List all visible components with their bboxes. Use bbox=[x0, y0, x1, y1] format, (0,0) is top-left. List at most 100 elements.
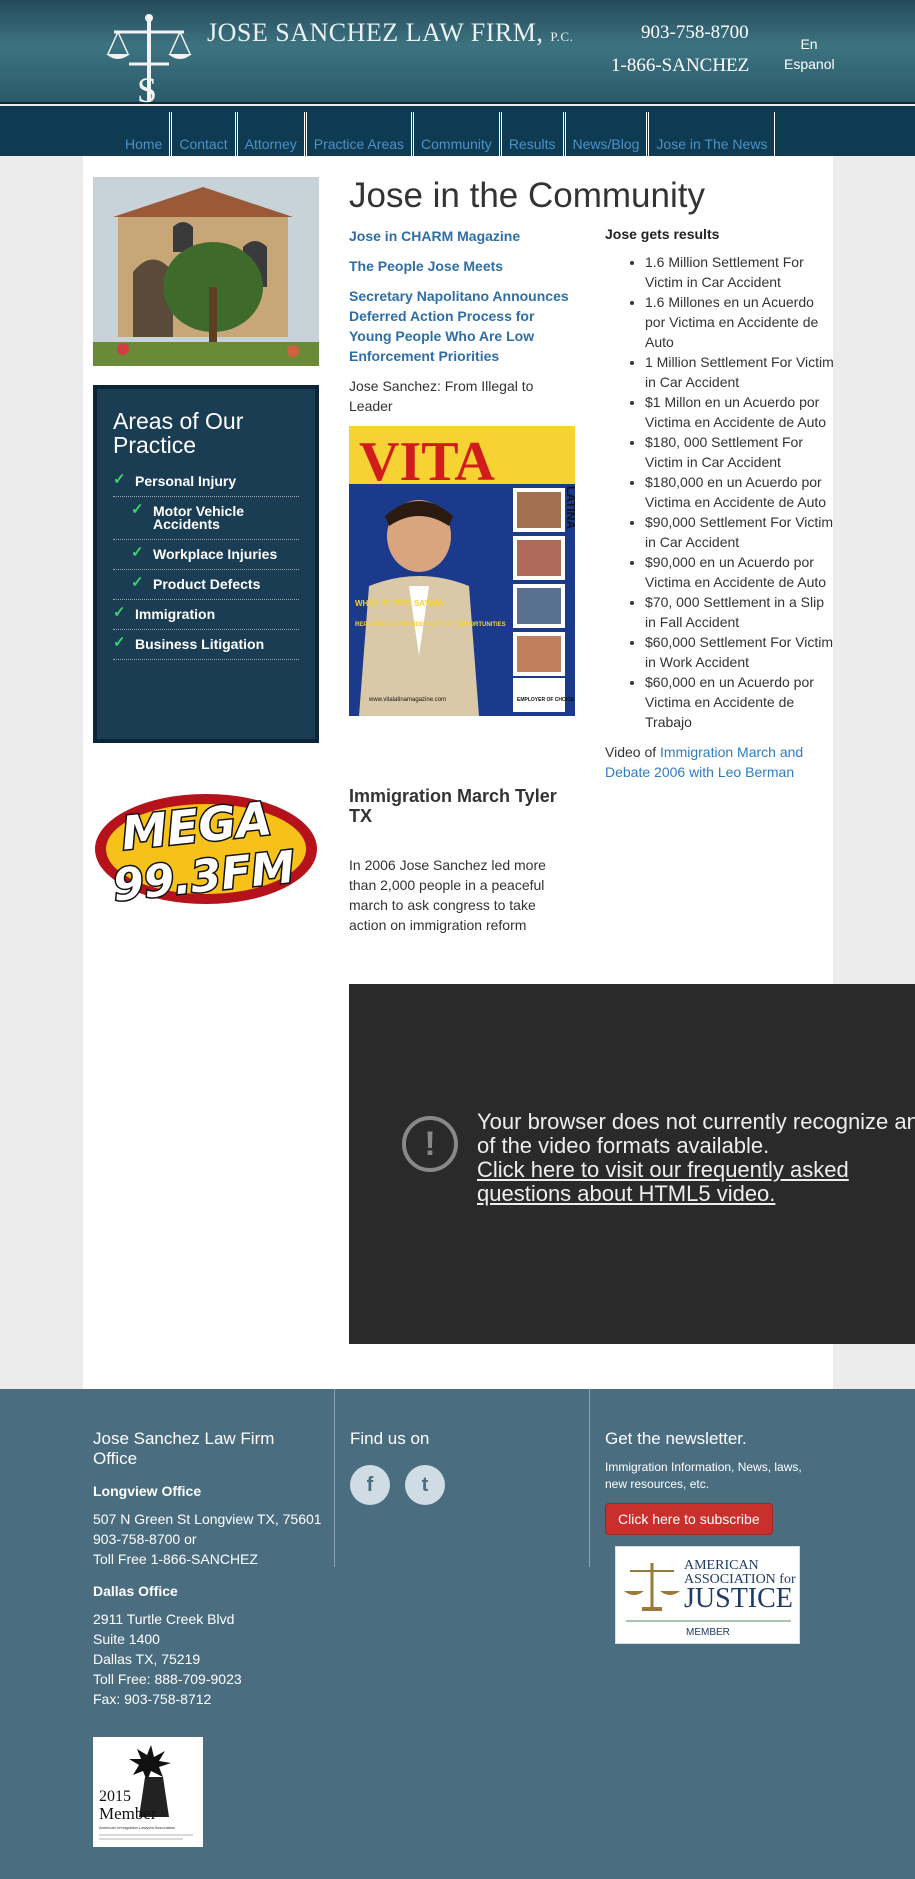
magazine-footer: www.vitalatinamagazine.com bbox=[368, 697, 446, 703]
results-heading: Jose gets results bbox=[605, 226, 720, 242]
firm-name[interactable]: JOSE SANCHEZ LAW FIRM, P.C. bbox=[207, 18, 573, 48]
page-title: Jose in the Community bbox=[349, 176, 705, 215]
longview-toll-free[interactable]: Toll Free 1-866-SANCHEZ bbox=[93, 1549, 323, 1569]
nav-attorney[interactable]: Attorney bbox=[236, 112, 305, 162]
video-player[interactable]: ! Your browser does not currently recogn… bbox=[349, 984, 915, 1344]
dallas-office-title: Dallas Office bbox=[93, 1583, 178, 1599]
mega-993-fm-logo[interactable]: MEGA 99.3FM bbox=[93, 783, 319, 907]
areas-of-practice-panel: Areas of Our Practice ✓ Personal Injury ✓… bbox=[93, 385, 319, 743]
result-item: $90,000 en un Acuerdo por Victima en Acc… bbox=[645, 552, 835, 592]
longview-office-title: Longview Office bbox=[93, 1483, 202, 1499]
facebook-icon[interactable]: f bbox=[350, 1465, 390, 1505]
office-title: Jose Sanchez Law Firm Office bbox=[93, 1429, 275, 1468]
video-caption: Video of Immigration March and Debate 20… bbox=[605, 742, 835, 782]
video-faq-link-line2: questions about HTML5 video. bbox=[477, 1181, 776, 1206]
find-us-title: Find us on bbox=[350, 1429, 430, 1448]
result-item: $60,000 en un Acuerdo por Victima en Acc… bbox=[645, 672, 835, 732]
dallas-fax: Fax: 903-758-8712 bbox=[93, 1691, 212, 1707]
result-item: $70, 000 Settlement in a Slip in Fall Ac… bbox=[645, 592, 835, 632]
area-personal-injury[interactable]: ✓ Personal Injury bbox=[113, 467, 299, 497]
badge-org: American Immigration Lawyers Association bbox=[99, 1825, 175, 1830]
area-immigration[interactable]: ✓ Immigration bbox=[113, 600, 299, 630]
nav-news-blog[interactable]: News/Blog bbox=[564, 112, 648, 162]
dallas-toll-free[interactable]: Toll Free: 888-709-9023 bbox=[93, 1669, 323, 1689]
longview-address: 507 N Green St Longview TX, 75601 bbox=[93, 1511, 322, 1527]
illegal-to-leader-text: Jose Sanchez: From Illegal to Leader bbox=[349, 378, 534, 414]
area-workplace-injuries[interactable]: ✓ Workplace Injuries bbox=[113, 540, 299, 570]
area-label: Personal Injury bbox=[135, 473, 237, 489]
result-item: $180, 000 Settlement For Victim in Car A… bbox=[645, 432, 835, 472]
badge-member: Member bbox=[99, 1804, 157, 1823]
magazine-title: VITA bbox=[359, 431, 495, 493]
aila-2015-member-badge[interactable]: 2015 Member American Immigration Lawyers… bbox=[93, 1737, 203, 1847]
video-faq-link-line1: Click here to visit our frequently asked bbox=[477, 1157, 849, 1182]
video-faq-link[interactable]: Click here to visit our frequently asked… bbox=[477, 1157, 849, 1206]
areas-title: Areas of Our Practice bbox=[113, 408, 244, 458]
area-product-defects[interactable]: ✓ Product Defects bbox=[113, 570, 299, 600]
magazine-badge: EMPLOYER OF CHOICE bbox=[517, 697, 575, 703]
check-icon: ✓ bbox=[131, 501, 144, 518]
phone-secondary[interactable]: 1-866-SANCHEZ bbox=[611, 55, 749, 77]
nav-community[interactable]: Community bbox=[413, 112, 500, 162]
nav-results[interactable]: Results bbox=[500, 112, 564, 162]
area-motor-vehicle-accidents[interactable]: ✓ Motor Vehicle Accidents bbox=[113, 497, 299, 540]
footer-divider bbox=[334, 1389, 335, 1567]
immigration-march-description: In 2006 Jose Sanchez led more than 2,000… bbox=[349, 857, 546, 933]
vita-latina-magazine-cover[interactable]: VITA LATINA WHAT IS JOSÉ SAYING REP AMER… bbox=[349, 426, 575, 716]
check-icon: ✓ bbox=[113, 634, 126, 651]
twitter-icon[interactable]: t bbox=[405, 1465, 445, 1505]
nav-jose-in-the-news[interactable]: Jose in The News bbox=[648, 112, 776, 162]
dallas-suite: Suite 1400 bbox=[93, 1631, 160, 1647]
magazine-headline-2: REP AMERCO PROVIDES CAREER OPPORTUNITIES bbox=[355, 622, 506, 628]
magazine-headline-1: WHAT IS JOSÉ SAYING bbox=[355, 599, 444, 608]
immigration-march-heading: Immigration March Tyler TX bbox=[349, 786, 557, 826]
magazine-subtitle: LATINA bbox=[564, 486, 575, 529]
result-item: 1 Million Settlement For Victim in Car A… bbox=[645, 352, 835, 392]
link-people-jose-meets[interactable]: The People Jose Meets bbox=[349, 256, 577, 276]
result-item: 1.6 Million Settlement For Victim in Car… bbox=[645, 252, 835, 292]
american-association-for-justice-badge[interactable]: AMERICAN ASSOCIATION for JUSTICE MEMBER bbox=[615, 1546, 800, 1644]
firm-name-text: JOSE SANCHEZ LAW FIRM bbox=[207, 18, 537, 47]
alert-icon: ! bbox=[402, 1116, 458, 1172]
link-napolitano-deferred-action[interactable]: Secretary Napolitano Announces Deferred … bbox=[349, 286, 577, 366]
svg-text:S: S bbox=[137, 70, 157, 106]
longview-phone[interactable]: 903-758-8700 or bbox=[93, 1529, 323, 1549]
aaj-line3: JUSTICE bbox=[684, 1583, 793, 1614]
results-column: Jose gets results 1.6 Million Settlement… bbox=[605, 226, 835, 782]
dallas-street: 2911 Turtle Creek Blvd bbox=[93, 1611, 235, 1627]
check-icon: ✓ bbox=[131, 544, 144, 561]
office-building-photo bbox=[93, 177, 319, 366]
check-icon: ✓ bbox=[113, 604, 126, 621]
area-label: Motor Vehicle Accidents bbox=[153, 503, 245, 532]
nav-practice-areas[interactable]: Practice Areas bbox=[305, 112, 413, 162]
video-error-message: Your browser does not currently recogniz… bbox=[477, 1110, 915, 1206]
result-item: $1 Millon en un Acuerdo por Victima en A… bbox=[645, 392, 835, 432]
aaj-line1: AMERICAN bbox=[684, 1558, 759, 1573]
nav-contact[interactable]: Contact bbox=[171, 112, 236, 162]
scales-of-justice-logo[interactable]: S bbox=[104, 12, 194, 106]
site-header: S JOSE SANCHEZ LAW FIRM, P.C. 903-758-87… bbox=[0, 0, 915, 106]
check-icon: ✓ bbox=[113, 471, 126, 488]
result-item: $180,000 en un Acuerdo por Victima en Ac… bbox=[645, 472, 835, 512]
badge-year: 2015 bbox=[99, 1788, 131, 1805]
phone-primary[interactable]: 903-758-8700 bbox=[641, 22, 749, 44]
social-section: Find us on f t bbox=[350, 1429, 445, 1505]
language-toggle[interactable]: En Espanol bbox=[784, 34, 835, 74]
area-label: Immigration bbox=[135, 606, 216, 622]
subscribe-button[interactable]: Click here to subscribe bbox=[605, 1503, 773, 1535]
newsletter-title: Get the newsletter. bbox=[605, 1429, 747, 1448]
result-item: $60,000 Settlement For Victim in Work Ac… bbox=[645, 632, 835, 672]
video-prefix: Video of bbox=[605, 744, 661, 760]
community-links: Jose in CHARM Magazine The People Jose M… bbox=[349, 226, 577, 416]
area-label: Business Litigation bbox=[135, 636, 265, 652]
lang-line2: Espanol bbox=[784, 56, 835, 72]
firm-suffix: P.C. bbox=[550, 29, 574, 44]
newsletter-description: Immigration Information, News, laws, new… bbox=[605, 1460, 802, 1491]
result-item: 1.6 Millones en un Acuerdo por Victima e… bbox=[645, 292, 835, 352]
office-info: Jose Sanchez Law Firm Office Longview Of… bbox=[93, 1429, 323, 1709]
nav-home[interactable]: Home bbox=[118, 112, 171, 162]
link-charm-magazine[interactable]: Jose in CHARM Magazine bbox=[349, 226, 577, 246]
area-business-litigation[interactable]: ✓ Business Litigation bbox=[113, 630, 299, 660]
area-label: Product Defects bbox=[153, 576, 261, 592]
main-nav: Home Contact Attorney Practice Areas Com… bbox=[0, 106, 915, 162]
